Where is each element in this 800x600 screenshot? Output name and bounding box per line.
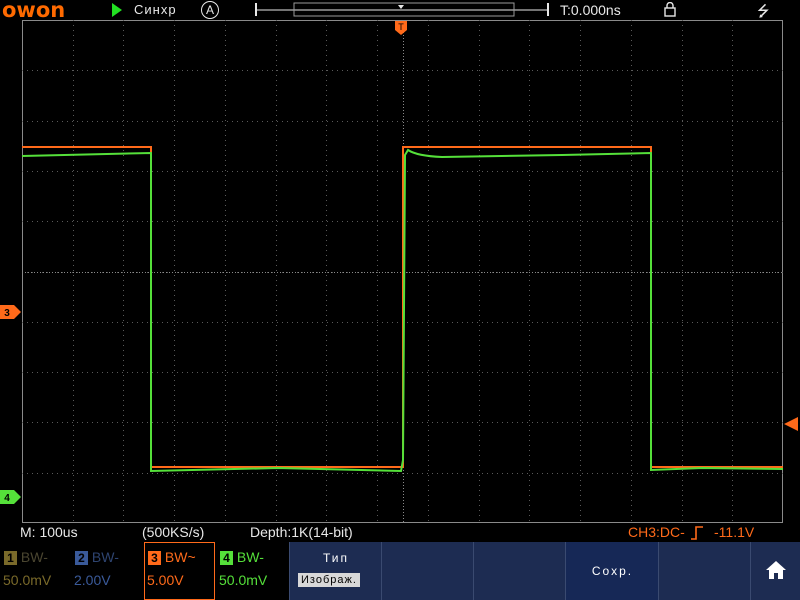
svg-text:T: T (398, 22, 404, 32)
ch4-bandwidth: BW- (236, 549, 264, 565)
ch3-offset-marker[interactable]: 3 (0, 305, 22, 319)
ch3-settings[interactable]: 3 BW~ 5.00V (144, 542, 215, 600)
sample-rate-label: (500KS/s) (142, 524, 205, 540)
display-type-button[interactable]: Тип Изображ. (289, 542, 382, 600)
lock-icon (664, 2, 676, 17)
ch4-offset-marker[interactable]: 4 (0, 490, 22, 504)
depth-label: Depth:1K(14-bit) (250, 524, 353, 540)
ch1-settings[interactable]: 1 BW- 50.0mV (0, 542, 71, 600)
ch1-number: 1 (4, 551, 17, 565)
rising-edge-icon (691, 526, 703, 540)
timebase-label: M: 100us (20, 524, 78, 540)
svg-text:4: 4 (4, 493, 10, 504)
run-state-label: Синхр (134, 2, 177, 17)
ch3-number: 3 (148, 551, 161, 565)
ch3-bandwidth: BW~ (164, 549, 196, 565)
graticule-and-traces (22, 20, 783, 523)
ch2-settings[interactable]: 2 BW- 2.00V (71, 542, 143, 600)
ch4-volts: 50.0mV (219, 572, 268, 588)
softkey-2[interactable] (381, 542, 474, 600)
home-icon (766, 561, 786, 579)
ch3-volts: 5.00V (147, 572, 184, 588)
display-type-value: Изображ. (298, 573, 360, 587)
status-line: M: 100us (500KS/s) Depth:1K(14-bit) CH3:… (0, 524, 800, 542)
trigger-level-marker[interactable] (784, 417, 798, 431)
ch4-number: 4 (220, 551, 233, 565)
memory-position-bar[interactable] (254, 1, 550, 18)
trigger-position-marker: T (395, 21, 407, 35)
softkey-3[interactable] (473, 542, 566, 600)
ch2-bandwidth: BW- (91, 549, 119, 565)
time-offset-label: T:0.000ns (560, 2, 621, 18)
save-label: Сохр. (591, 564, 634, 578)
trigger-mode-badge: A (201, 1, 219, 19)
bottom-menu: 1 BW- 50.0mV 2 BW- 2.00V 3 BW~ 5.00V 4 B… (0, 542, 800, 600)
ch4-settings[interactable]: 4 BW- 50.0mV (216, 542, 288, 600)
softkey-5[interactable] (658, 542, 751, 600)
waveform-display[interactable] (22, 20, 783, 523)
save-button[interactable]: Сохр. (565, 542, 659, 600)
trigger-level-label: -11.1V (714, 524, 755, 540)
ch1-volts: 50.0mV (3, 572, 52, 588)
run-play-icon[interactable] (112, 3, 122, 17)
home-button[interactable] (750, 542, 800, 600)
ch2-number: 2 (75, 551, 88, 565)
ch2-volts: 2.00V (74, 572, 111, 588)
trigger-source-label: CH3:DC- (628, 524, 685, 540)
brand-logo: owon (2, 0, 66, 22)
display-type-label: Тип (322, 551, 349, 565)
svg-text:3: 3 (4, 308, 10, 319)
ch1-bandwidth: BW- (20, 549, 48, 565)
top-status-bar: owon Синхр A T:0.000ns ⭍ (0, 0, 800, 22)
